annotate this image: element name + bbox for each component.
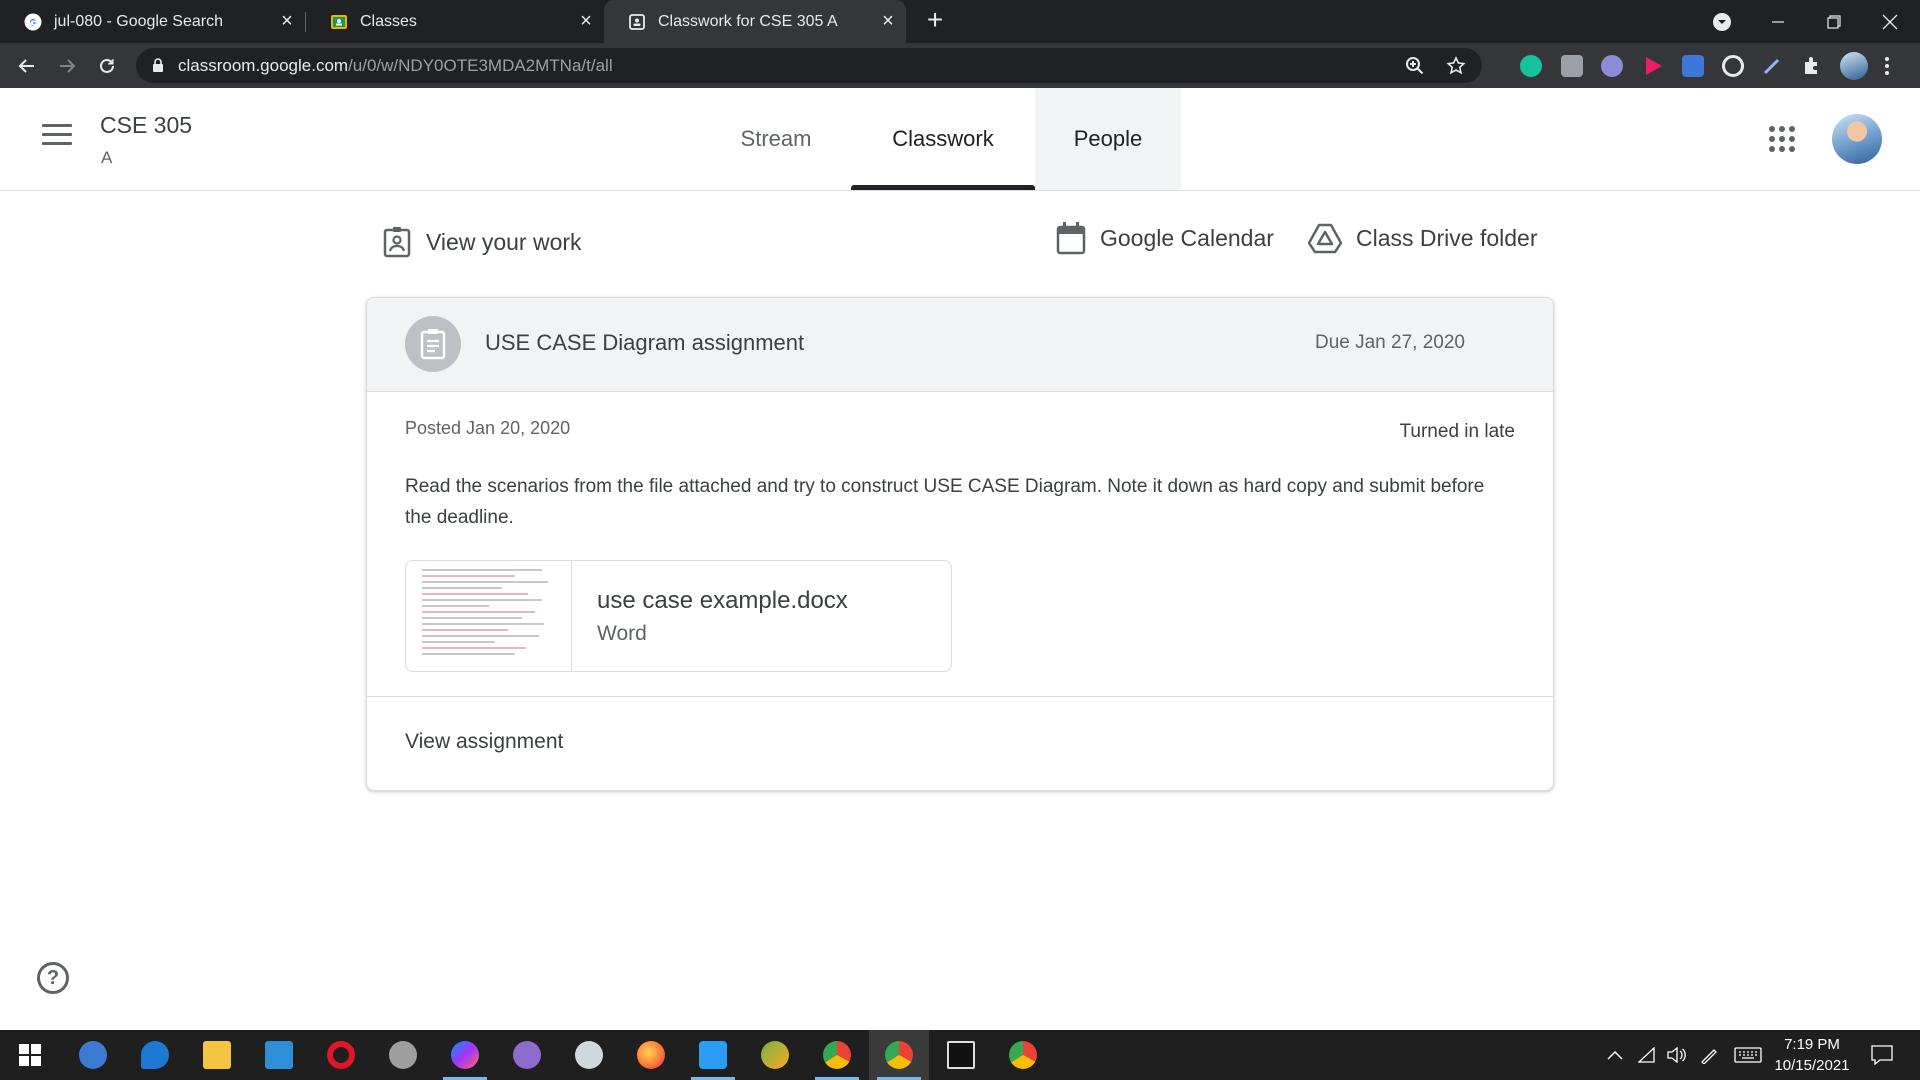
grammarly-icon[interactable] [1520,55,1542,77]
close-icon[interactable]: × [878,11,898,31]
url-host: classroom.google.com [178,56,349,75]
qbittorrent-icon[interactable] [63,1030,123,1080]
camera-extension-icon[interactable] [1561,55,1583,77]
play-extension-icon[interactable] [1642,55,1664,77]
document-thumbnail [406,561,572,671]
attachment-card[interactable]: use case example.docx Word [405,560,952,672]
google-g-icon [24,13,42,30]
classroom-icon [331,14,347,29]
status-badge: Turned in late [1399,421,1515,442]
attachment-type: Word [597,622,647,645]
volume-icon[interactable] [1662,1030,1692,1080]
puzzle-extensions-icon[interactable] [1801,55,1823,77]
assignment-title: USE CASE Diagram assignment [485,330,805,355]
drive-icon [1308,223,1342,254]
messenger-icon[interactable] [435,1030,495,1080]
tab-title: Classwork for CSE 305 A [658,12,838,30]
paint-icon[interactable] [559,1030,619,1080]
clock-time: 7:19 PM [1784,1036,1840,1053]
profile-avatar[interactable] [1840,52,1868,80]
tab-title: Classes [360,12,417,30]
browser-tab-classwork[interactable]: Classwork for CSE 305 A × [604,0,906,43]
classroom-header: CSE 305 A Stream Classwork People [0,88,1920,191]
chrome-icon[interactable] [807,1030,867,1080]
vscode-icon[interactable] [683,1030,743,1080]
view-your-work-link[interactable]: View your work [382,222,582,262]
view-your-work-label: View your work [426,228,582,255]
view-assignment-link[interactable]: View assignment [405,730,563,754]
classroom-icon [629,13,645,30]
calendar-icon [1056,222,1086,255]
assignment-card: USE CASE Diagram assignment Due Jan 27, … [366,297,1554,791]
lock-icon [153,58,163,72]
assignment-description: Read the scenarios from the file attache… [405,476,1485,528]
zoom-icon[interactable] [1405,56,1425,76]
file-explorer-icon[interactable] [187,1030,247,1080]
help-icon[interactable]: ? [37,962,69,994]
github-icon[interactable] [497,1030,557,1080]
network-app-icon[interactable] [745,1030,805,1080]
google-calendar-label: Google Calendar [1100,224,1274,251]
browser-tab-classes[interactable]: Classes × [306,0,604,43]
windows-taskbar: 7:19 PM 10/15/2021 [0,1030,1920,1080]
tab-classwork[interactable]: Classwork [851,88,1035,190]
windows-start-icon[interactable] [0,1030,60,1080]
bookmark-star-icon[interactable] [1446,56,1466,76]
minimize-icon[interactable] [1750,0,1806,43]
google-calendar-link[interactable]: Google Calendar [1056,218,1274,258]
address-bar[interactable]: classroom.google.com/u/0/w/NDY0OTE3MDA2M… [136,48,1482,83]
chevron-up-icon[interactable] [1600,1030,1630,1080]
assignment-header[interactable]: USE CASE Diagram assignment Due Jan 27, … [367,298,1553,392]
url-text: classroom.google.com/u/0/w/NDY0OTE3MDA2M… [178,56,613,76]
class-drive-folder-label: Class Drive folder [1356,224,1538,251]
posted-date: Posted Jan 20, 2020 [405,418,571,438]
assignment-icon [405,316,461,372]
assignment-ind-icon [383,227,411,258]
close-window-icon[interactable] [1862,0,1918,43]
course-section: A [101,148,113,167]
vpn-extension-icon[interactable] [1601,55,1623,77]
tab-people[interactable]: People [1035,88,1181,190]
mail-icon[interactable] [249,1030,309,1080]
satellite-app-icon[interactable] [373,1030,433,1080]
reload-icon[interactable] [92,51,122,81]
download-extension-icon[interactable] [1682,55,1704,77]
sync-extension-icon[interactable] [1722,55,1744,77]
tab-stream[interactable]: Stream [718,88,834,190]
close-icon[interactable]: × [277,11,297,31]
chrome-profile-icon[interactable] [869,1030,929,1080]
opera-icon[interactable] [311,1030,371,1080]
chrome-alt-icon[interactable] [993,1030,1053,1080]
browser-tab-google-search[interactable]: jul-080 - Google Search × [0,0,305,43]
tab-title: jul-080 - Google Search [54,12,223,30]
pen-extension-icon[interactable] [1761,55,1783,77]
keyboard-icon[interactable] [1730,1030,1766,1080]
class-drive-folder-link[interactable]: Class Drive folder [1308,218,1538,258]
restore-icon[interactable] [1806,0,1862,43]
google-apps-icon[interactable] [1769,126,1795,152]
notifications-icon[interactable] [1862,1030,1902,1080]
browser-toolbar: classroom.google.com/u/0/w/NDY0OTE3MDA2M… [0,43,1920,88]
pen-icon[interactable] [1694,1030,1724,1080]
main-menu-icon[interactable] [42,124,72,146]
url-path: /u/0/w/NDY0OTE3MDA2MTNa/t/all [348,56,613,75]
due-date: Due Jan 27, 2020 [1314,332,1465,353]
forward-icon[interactable] [52,51,82,81]
system-clock[interactable]: 7:19 PM 10/15/2021 [1766,1034,1858,1076]
browser-tab-strip: jul-080 - Google Search × Classes × Clas… [0,0,1920,43]
edge-icon[interactable] [125,1030,185,1080]
kebab-menu-icon[interactable] [1882,55,1892,77]
tab-search-icon[interactable] [1694,0,1750,43]
new-tab-button[interactable]: + [922,6,948,34]
back-icon[interactable] [12,51,42,81]
card-footer: View assignment [367,696,1553,790]
firefox-icon[interactable] [621,1030,681,1080]
course-title[interactable]: CSE 305 [100,112,192,139]
terminal-icon[interactable] [931,1030,991,1080]
clock-date: 10/15/2021 [1774,1057,1850,1074]
close-icon[interactable]: × [576,11,596,31]
network-icon[interactable] [1632,1030,1662,1080]
attachment-name: use case example.docx [597,587,848,614]
avatar[interactable] [1832,114,1882,164]
